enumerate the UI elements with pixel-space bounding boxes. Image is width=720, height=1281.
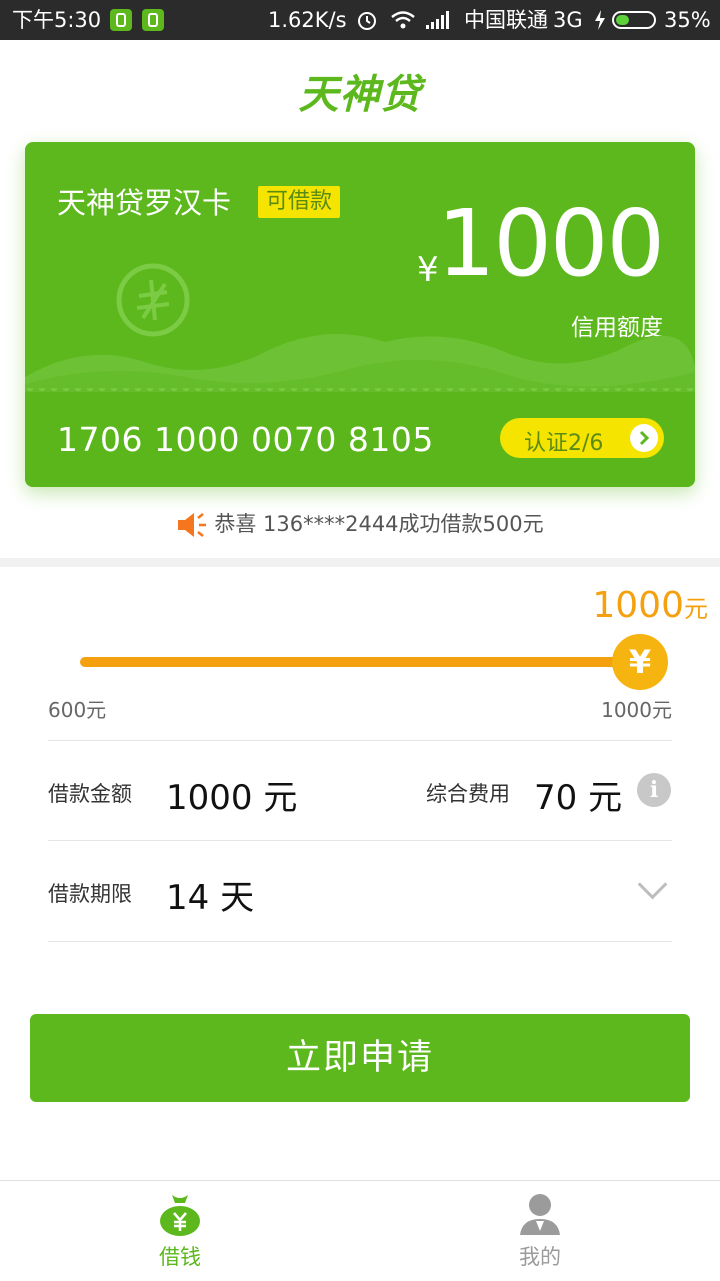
amount-slider-fill bbox=[80, 657, 640, 667]
alarm-icon bbox=[358, 12, 376, 30]
money-bag-icon bbox=[160, 1195, 200, 1236]
status-time: 下午5:30 bbox=[12, 8, 102, 32]
network-type: 3G bbox=[553, 8, 583, 32]
battery-saver-icon bbox=[110, 9, 132, 31]
tab-borrow[interactable]: 借钱 bbox=[0, 1181, 360, 1281]
carrier-name: 中国联通 bbox=[464, 8, 548, 32]
slider-min-label: 600元 bbox=[48, 698, 107, 722]
fee-value: 70 元 bbox=[534, 778, 623, 818]
signal-icon bbox=[426, 11, 449, 29]
row-divider bbox=[48, 941, 672, 942]
notice-text: 恭喜 136****2444成功借款500元 bbox=[214, 512, 544, 536]
slider-value-unit: 元 bbox=[684, 595, 708, 623]
amount-slider-track[interactable] bbox=[80, 657, 640, 667]
loan-amount-value: 1000 元 bbox=[166, 778, 298, 818]
slider-max-label: 1000元 bbox=[601, 698, 672, 722]
loan-amount-label: 借款金额 bbox=[48, 782, 132, 806]
logo-text: 天神贷 bbox=[298, 71, 422, 118]
section-divider bbox=[0, 558, 720, 567]
apply-button[interactable]: 立即申请 bbox=[30, 1014, 690, 1102]
credit-amount: 1000 bbox=[436, 190, 665, 297]
loan-notice: 恭喜 136****2444成功借款500元 bbox=[0, 508, 720, 540]
tab-borrow-label: 借钱 bbox=[159, 1245, 201, 1269]
android-icon bbox=[142, 9, 164, 31]
row-divider bbox=[48, 740, 672, 741]
card-number: 1706 1000 0070 8105 bbox=[57, 420, 434, 459]
fee-label: 综合费用 bbox=[426, 782, 510, 806]
tab-mine-label: 我的 bbox=[519, 1245, 561, 1269]
status-bar: 下午5:30 1.62K/s 中国联通 3G 35% bbox=[0, 0, 720, 40]
battery-level bbox=[616, 15, 629, 25]
slider-value: 1000元 bbox=[592, 586, 708, 629]
loan-term-label: 借款期限 bbox=[48, 882, 132, 906]
wifi-icon bbox=[391, 11, 415, 29]
charging-icon bbox=[595, 10, 605, 30]
borrowable-badge: 可借款 bbox=[258, 186, 341, 218]
network-speed: 1.62K/s bbox=[268, 8, 347, 32]
yen-icon: ¥ bbox=[628, 643, 652, 681]
speaker-icon bbox=[178, 513, 207, 537]
battery-percent: 35% bbox=[664, 8, 711, 32]
card-wave-decoration bbox=[25, 334, 695, 392]
user-icon bbox=[520, 1194, 560, 1235]
info-icon[interactable]: i bbox=[637, 773, 671, 807]
amount-slider-thumb[interactable]: ¥ bbox=[612, 634, 668, 690]
slider-value-number: 1000 bbox=[592, 585, 684, 626]
currency-symbol: ¥ bbox=[417, 250, 439, 290]
tab-mine[interactable]: 我的 bbox=[360, 1181, 720, 1281]
card-perforation bbox=[25, 388, 695, 396]
chevron-right-icon bbox=[630, 424, 658, 452]
certification-label: 认证2/6 bbox=[524, 431, 604, 456]
loan-term-value: 14 天 bbox=[166, 878, 255, 918]
battery-icon bbox=[612, 11, 656, 29]
card-title: 天神贷罗汉卡 bbox=[57, 186, 232, 220]
credit-card[interactable]: 天神贷罗汉卡 可借款 ¥ 1000 信用额度 1706 1000 0070 81… bbox=[25, 142, 695, 487]
bottom-tab-bar: 借钱 我的 bbox=[0, 1180, 720, 1281]
certification-button[interactable]: 认证2/6 bbox=[500, 418, 664, 458]
app-logo: 天神贷 bbox=[0, 62, 720, 120]
loan-term-selector[interactable]: 借款期限 14 天 bbox=[48, 841, 672, 940]
